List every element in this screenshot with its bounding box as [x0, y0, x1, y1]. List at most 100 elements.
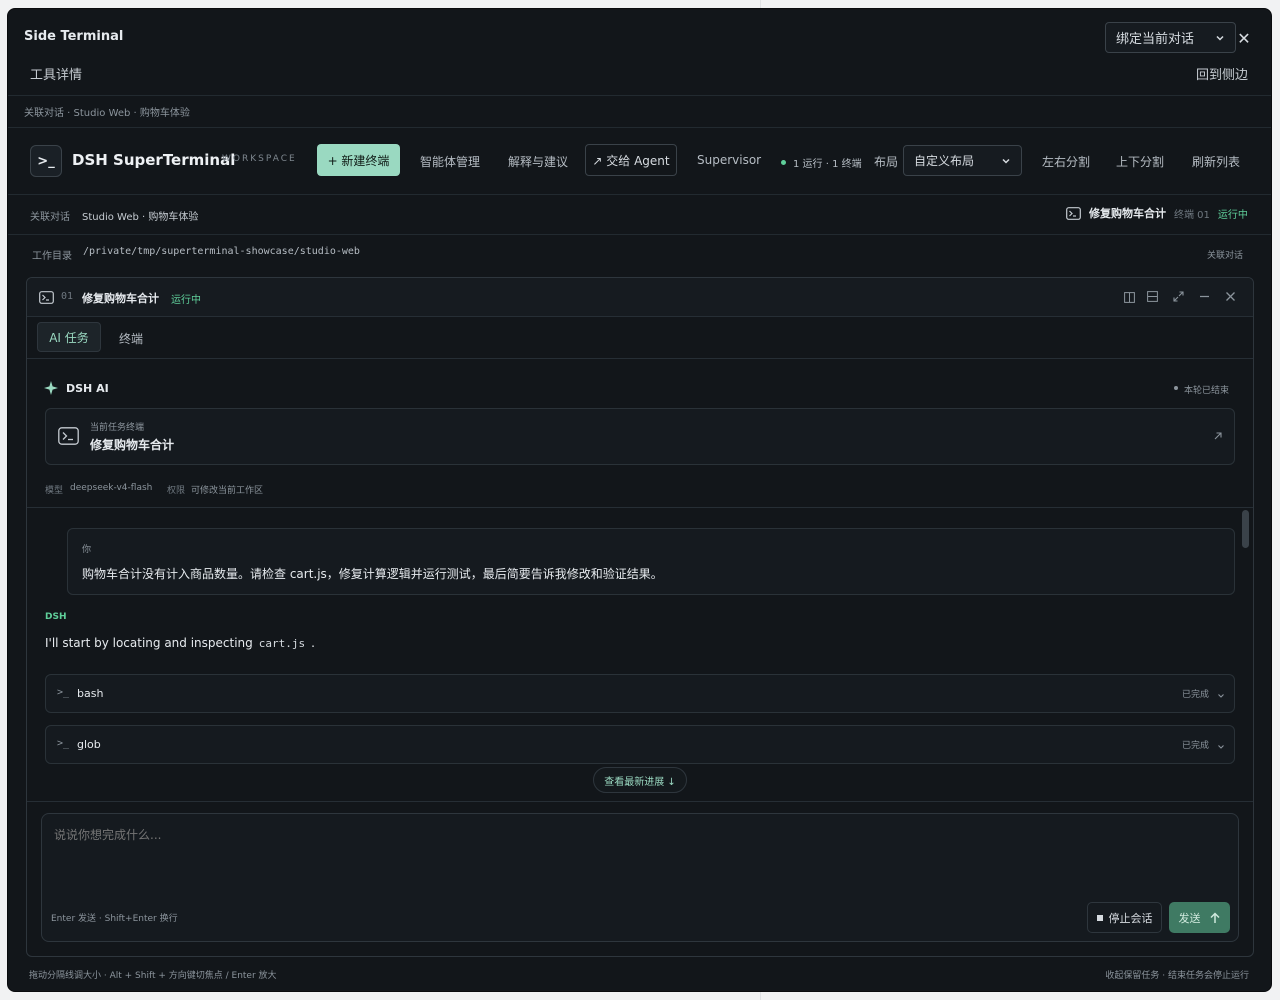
- sparkle-icon: [44, 381, 58, 395]
- terminal-logo-icon: >_: [30, 145, 62, 177]
- status-dot: [781, 160, 786, 165]
- assistant-label: DSH: [45, 612, 67, 622]
- chat-area: 你 购物车合计没有计入商品数量。请检查 cart.js，修复计算逻辑并运行测试，…: [27, 508, 1253, 801]
- minimize-icon[interactable]: [1199, 291, 1210, 302]
- split-left-right-button[interactable]: 左右分割: [1042, 153, 1090, 170]
- explain-button[interactable]: 解释与建议: [508, 153, 568, 170]
- context-line: 关联对话 · Studio Web · 购物车体验: [24, 108, 190, 119]
- running-badge: 运行中: [1217, 209, 1248, 221]
- terminal-panel: 01 修复购物车合计 运行中 AI 任务 终端 DSH AI 本轮已结束 当前任…: [26, 277, 1254, 957]
- tool-name: bash: [77, 687, 104, 700]
- layout-value: 自定义布局: [914, 154, 975, 168]
- terminal-number: 终端 01: [1174, 209, 1210, 221]
- close-icon[interactable]: [1225, 291, 1236, 302]
- terminal-icon: [39, 291, 54, 304]
- window-title: Side Terminal: [24, 29, 124, 44]
- panel-status: 运行中: [171, 295, 201, 306]
- panel-header: 01 修复购物车合计 运行中: [27, 278, 1253, 317]
- workdir-label: 工作目录: [32, 251, 72, 262]
- composer-hint: Enter 发送 · Shift+Enter 换行: [51, 914, 178, 924]
- side-terminal-window: Side Terminal 工具详情 绑定当前对话 ✕ 回到侧边 关联对话 · …: [7, 8, 1272, 992]
- layout-label: 布局: [874, 155, 899, 169]
- tab-ai-task[interactable]: AI 任务: [37, 322, 101, 352]
- footer-hint-right: 收起保留任务 · 结束任务会停止运行: [1105, 971, 1249, 981]
- window-subtitle: 工具详情: [30, 68, 83, 83]
- tab-terminal[interactable]: 终端: [119, 330, 143, 347]
- user-label: 你: [82, 545, 92, 555]
- chevron-down-icon[interactable]: [1217, 692, 1225, 700]
- terminal-icon: [58, 427, 79, 445]
- active-task-indicator[interactable]: 修复购物车合计 终端 01 运行中: [1066, 205, 1248, 221]
- round-status: 本轮已结束: [1184, 386, 1230, 396]
- send-button[interactable]: 发送: [1169, 902, 1230, 933]
- footer-hint-left: 拖动分隔线调大小 · Alt + Shift + 方向键切焦点 / Enter …: [29, 971, 277, 981]
- context-value: Studio Web · 购物车体验: [82, 212, 199, 223]
- toolbar-divider: [8, 194, 1271, 195]
- terminal-prompt-icon: >_: [57, 738, 70, 749]
- active-task-title: 修复购物车合计: [1089, 207, 1166, 220]
- ai-header-area: DSH AI 本轮已结束 当前任务终端 修复购物车合计 模型 deepseek-…: [27, 360, 1253, 508]
- context-row-divider: [8, 234, 1271, 235]
- user-message: 你 购物车合计没有计入商品数量。请检查 cart.js，修复计算逻辑并运行测试，…: [67, 528, 1235, 595]
- task-card-title: 修复购物车合计: [90, 438, 175, 452]
- permission-value: 可修改当前工作区: [191, 486, 264, 496]
- chevron-down-icon[interactable]: [1217, 743, 1225, 751]
- layout-select[interactable]: 自定义布局: [903, 145, 1022, 176]
- terminal-icon: [1066, 206, 1081, 220]
- assistant-text: I'll start by locating and inspecting: [45, 636, 253, 650]
- model-label: 模型: [45, 486, 64, 496]
- send-label: 发送: [1178, 911, 1201, 925]
- stop-label: 停止会话: [1108, 911, 1153, 925]
- composer-area: Enter 发送 · Shift+Enter 换行 停止会话 发送: [27, 801, 1253, 956]
- tool-status: 已完成: [1182, 690, 1210, 700]
- run-status-text: 1 运行 · 1 终端: [793, 159, 862, 170]
- agent-manage-button[interactable]: 智能体管理: [420, 153, 480, 170]
- context-label: 关联对话: [30, 212, 70, 223]
- workspace-label: WORKSPACE: [222, 154, 297, 164]
- ai-name: DSH AI: [66, 382, 109, 395]
- chevron-down-icon: [1001, 156, 1011, 166]
- arrow-up-icon: [1209, 911, 1221, 924]
- bind-conversation-select[interactable]: 绑定当前对话: [1105, 22, 1236, 53]
- permission-label: 权限: [167, 486, 186, 496]
- composer: Enter 发送 · Shift+Enter 换行 停止会话 发送: [41, 813, 1239, 942]
- view-latest-button[interactable]: 查看最新进展 ↓: [593, 767, 687, 793]
- split-top-bottom-button[interactable]: 上下分割: [1116, 153, 1164, 170]
- split-horizontal-icon[interactable]: [1147, 291, 1158, 302]
- panel-tabs: AI 任务 终端: [27, 317, 1253, 359]
- new-terminal-button[interactable]: + 新建终端: [317, 144, 400, 176]
- current-task-card[interactable]: 当前任务终端 修复购物车合计: [45, 408, 1235, 465]
- external-link-icon[interactable]: [1213, 431, 1223, 441]
- stop-icon: [1096, 914, 1103, 921]
- stop-session-button[interactable]: 停止会话: [1087, 902, 1162, 933]
- tool-name: glob: [77, 738, 101, 751]
- tool-status: 已完成: [1182, 741, 1210, 751]
- supervisor-button[interactable]: Supervisor: [697, 153, 761, 167]
- task-card-label: 当前任务终端: [90, 423, 145, 433]
- terminal-prompt-icon: >_: [57, 687, 70, 698]
- tool-call-row[interactable]: >_ bash 已完成: [45, 674, 1235, 713]
- close-icon[interactable]: ✕: [1236, 29, 1252, 48]
- model-value: deepseek-v4-flash: [70, 483, 153, 493]
- chat-scrollbar[interactable]: [1242, 510, 1249, 548]
- context-divider: [8, 127, 1271, 128]
- split-vertical-icon[interactable]: [1124, 292, 1135, 303]
- panel-title: 修复购物车合计: [82, 292, 159, 305]
- bind-conversation-value: 绑定当前对话: [1116, 32, 1195, 47]
- handoff-agent-button[interactable]: ↗ 交给 Agent: [585, 144, 677, 176]
- run-status: 1 运行 · 1 终端: [781, 155, 862, 170]
- header-divider: [8, 95, 1271, 96]
- chevron-down-icon: [1215, 33, 1225, 43]
- assistant-code: cart.js: [258, 636, 306, 650]
- brand-name: DSH SuperTerminal: [72, 151, 236, 169]
- link-conversation-button[interactable]: 关联对话: [1207, 248, 1243, 261]
- assistant-message: I'll start by locating and inspecting ca…: [45, 636, 315, 650]
- panel-index: 01: [61, 291, 74, 302]
- refresh-list-button[interactable]: 刷新列表: [1192, 153, 1240, 170]
- round-status-dot: [1174, 386, 1178, 390]
- back-to-side-button[interactable]: 回到侧边: [1196, 64, 1248, 83]
- tool-call-row[interactable]: >_ glob 已完成: [45, 725, 1235, 764]
- expand-icon[interactable]: [1173, 291, 1184, 302]
- workdir-path: /private/tmp/superterminal-showcase/stud…: [83, 246, 360, 257]
- message-input[interactable]: [54, 826, 1224, 886]
